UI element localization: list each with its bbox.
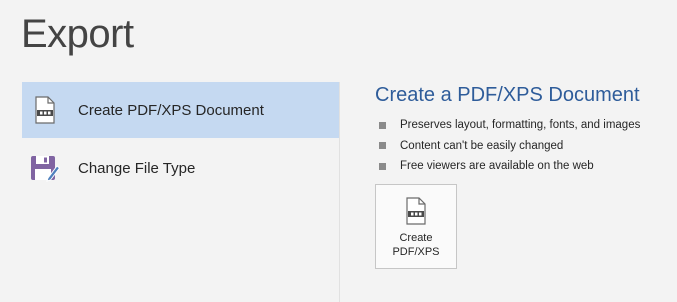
- export-page: Export Create PDF/XPS Document Change Fi…: [0, 0, 677, 302]
- option-create-pdf-xps[interactable]: Create PDF/XPS Document: [22, 82, 339, 138]
- create-pdf-xps-button[interactable]: Create PDF/XPS: [375, 184, 457, 269]
- bullet-icon: [379, 121, 386, 129]
- bullet-icon: [379, 142, 386, 150]
- bullet-text: Content can't be easily changed: [400, 139, 564, 152]
- list-item: Preserves layout, formatting, fonts, and…: [375, 115, 675, 136]
- page-title: Export: [21, 12, 134, 56]
- list-item: Content can't be easily changed: [375, 136, 675, 157]
- export-options-list: Create PDF/XPS Document Change File Type: [22, 82, 339, 302]
- pane-divider: [339, 82, 340, 302]
- details-title: Create a PDF/XPS Document: [375, 84, 640, 106]
- bullet-icon: [379, 162, 386, 170]
- button-label-line: Create: [399, 232, 433, 244]
- button-label-line: PDF/XPS: [392, 246, 440, 258]
- save-as-icon: [30, 152, 60, 184]
- button-label: Create PDF/XPS: [392, 231, 439, 259]
- option-change-file-type[interactable]: Change File Type: [22, 140, 339, 196]
- option-label: Change File Type: [78, 159, 196, 177]
- pdf-document-icon: [30, 94, 60, 126]
- pdf-document-icon: [405, 197, 427, 227]
- feature-list: Preserves layout, formatting, fonts, and…: [375, 115, 675, 177]
- bullet-text: Preserves layout, formatting, fonts, and…: [400, 119, 641, 132]
- bullet-text: Free viewers are available on the web: [400, 160, 594, 173]
- details-pane: Create a PDF/XPS Document Preserves layo…: [375, 84, 675, 177]
- list-item: Free viewers are available on the web: [375, 156, 675, 177]
- option-label: Create PDF/XPS Document: [78, 101, 264, 119]
